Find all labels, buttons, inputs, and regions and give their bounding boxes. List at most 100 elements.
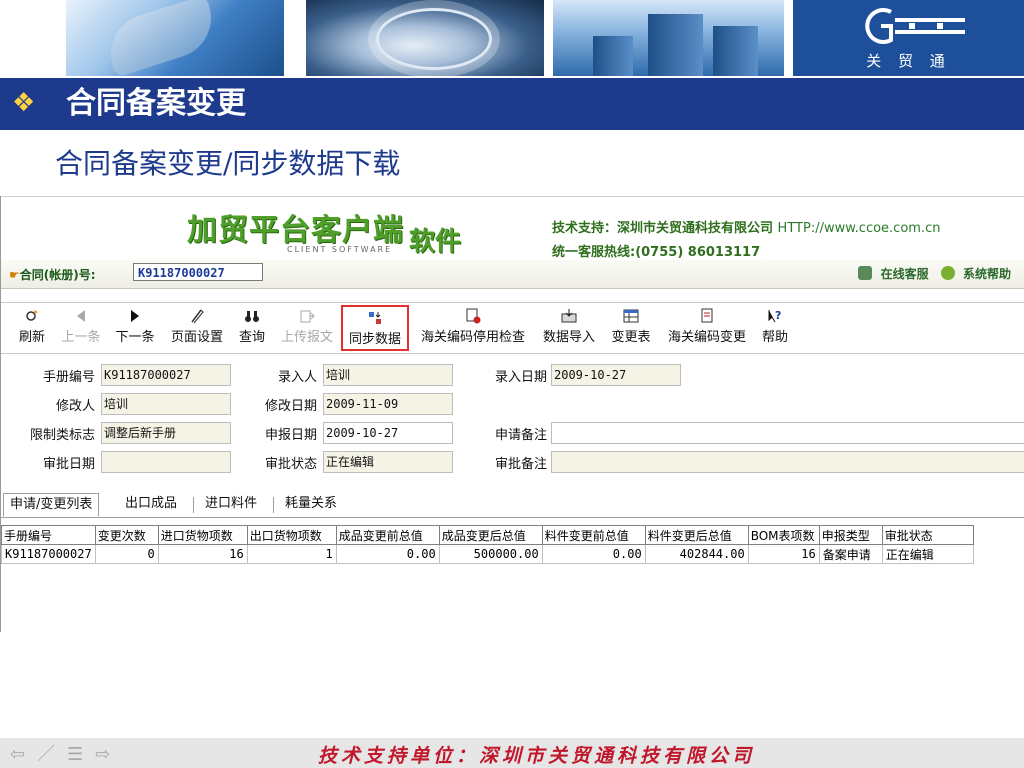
cell-product-after[interactable]: 500000.00 — [438, 544, 543, 564]
column-header[interactable]: 手册编号 — [1, 525, 96, 545]
online-service-icon — [858, 266, 873, 280]
cell-declare-type[interactable]: 备案申请 — [818, 544, 883, 564]
tab-apply-change-list[interactable]: 申请/变更列表 — [3, 493, 100, 517]
cell-import-items[interactable]: 16 — [157, 544, 248, 564]
cell-product-before[interactable]: 0.00 — [335, 544, 440, 564]
binoculars-icon — [245, 311, 259, 322]
approve-status-field[interactable]: 正在编辑 — [323, 451, 453, 473]
prev-slide-icon[interactable]: ⇦ — [10, 744, 37, 765]
approve-date-field[interactable] — [101, 451, 231, 473]
refresh-button[interactable]: 刷新 — [17, 305, 47, 351]
query-button[interactable]: 查询 — [235, 305, 269, 351]
apply-note-field[interactable] — [551, 422, 1024, 444]
online-service-link[interactable]: 在线客服 — [854, 266, 929, 281]
tab-separator — [193, 497, 194, 513]
cell-bom-items[interactable]: 16 — [747, 544, 820, 564]
slide-nav-buttons: ⇦／☰⇨ — [10, 740, 122, 766]
entry-date-field[interactable]: 2009-10-27 — [551, 364, 681, 386]
column-header[interactable]: 变更次数 — [94, 525, 159, 545]
data-import-button[interactable]: 数据导入 — [539, 305, 599, 351]
page-setup-button[interactable]: 页面设置 — [167, 305, 227, 351]
column-header[interactable]: BOM表项数 — [747, 525, 820, 545]
detail-tabs: 申请/变更列表 出口成品 进口料件 耗量关系 — [1, 491, 1024, 518]
limit-flag-label: 限制类标志 — [29, 428, 95, 443]
help-icon: ? — [768, 309, 781, 323]
svg-text:?: ? — [775, 309, 781, 322]
help-button[interactable]: ? 帮助 — [759, 305, 791, 351]
import-icon — [561, 309, 577, 323]
sync-data-button[interactable]: 同步数据 — [341, 305, 409, 351]
approve-status-label: 审批状态 — [264, 457, 317, 472]
tab-import-materials[interactable]: 进口料件 — [199, 493, 263, 515]
footer-support-text: 技术支持单位：深圳市关贸通科技有限公司 — [318, 745, 756, 767]
column-header[interactable]: 料件变更后总值 — [644, 525, 749, 545]
modify-date-field[interactable]: 2009-11-09 — [323, 393, 453, 415]
change-table-button[interactable]: 变更表 — [607, 305, 655, 351]
column-header[interactable]: 料件变更前总值 — [541, 525, 646, 545]
sync-icon — [369, 312, 381, 324]
company-logo: 关 贸 通 — [793, 0, 1024, 76]
support-label: 技术支持：深圳市关贸通科技有限公司 — [552, 221, 774, 236]
app-window: 加贸平台客户端 CLIENT SOFTWARE 软件 技术支持：深圳市关贸通科技… — [0, 196, 1024, 632]
app-logo-soft: 软件 — [409, 227, 462, 257]
manual-no-field[interactable]: K91187000027 — [101, 364, 231, 386]
modify-date-label: 修改日期 — [264, 399, 317, 414]
apply-note-label: 申请备注 — [494, 428, 547, 443]
cell-export-items[interactable]: 1 — [246, 544, 337, 564]
next-button[interactable]: 下一条 — [113, 305, 157, 351]
approve-date-label: 审批日期 — [42, 457, 95, 472]
next-slide-icon[interactable]: ⇨ — [95, 744, 122, 765]
tab-separator — [273, 497, 274, 513]
help-links: 在线客服 系统帮助 — [850, 265, 1011, 282]
manual-no-label: 手册编号 — [42, 370, 95, 385]
help-circle-icon — [940, 266, 955, 280]
entry-person-label: 录入人 — [277, 370, 317, 385]
contract-number-input[interactable]: K91187000027 — [133, 263, 263, 281]
app-logo-main: 加贸平台客户端 — [187, 213, 404, 248]
cell-manual-no[interactable]: K91187000027 — [1, 544, 96, 564]
entry-date-label: 录入日期 — [494, 370, 547, 385]
declare-date-label: 申报日期 — [264, 428, 317, 443]
previous-button[interactable]: 上一条 — [59, 305, 103, 351]
customs-code-check-button[interactable]: 海关编码停用检查 — [415, 305, 531, 351]
modifier-field[interactable]: 培训 — [101, 393, 231, 415]
approve-note-field[interactable] — [551, 451, 1024, 473]
cell-material-before[interactable]: 0.00 — [541, 544, 646, 564]
table-row[interactable]: K91187000027 0 16 1 0.00 500000.00 0.00 … — [1, 544, 974, 564]
contract-form: 手册编号 K91187000027 录入人 培训 录入日期 2009-10-27… — [1, 362, 1024, 486]
cell-material-after[interactable]: 402844.00 — [644, 544, 749, 564]
app-header: 加贸平台客户端 CLIENT SOFTWARE 软件 技术支持：深圳市关贸通科技… — [1, 196, 1024, 261]
column-header[interactable]: 申报类型 — [818, 525, 883, 545]
system-help-link[interactable]: 系统帮助 — [937, 266, 1011, 281]
menu-icon[interactable]: ☰ — [67, 744, 95, 765]
diamond-bullet-icon: ❖ — [12, 88, 36, 118]
customs-code-change-button[interactable]: 海关编码变更 — [663, 305, 751, 351]
code-change-icon — [701, 308, 713, 323]
column-header[interactable]: 成品变更前总值 — [335, 525, 440, 545]
pen-icon[interactable]: ／ — [37, 744, 67, 765]
support-info: 技术支持：深圳市关贸通科技有限公司 HTTP://www.ccoe.com.cn — [552, 217, 940, 236]
cell-change-count[interactable]: 0 — [94, 544, 159, 564]
app-logo-sub: CLIENT SOFTWARE — [287, 245, 393, 254]
tab-export-products[interactable]: 出口成品 — [119, 493, 183, 515]
toolbar: 刷新 上一条 下一条 页面设置 查询 上传报文 同步数据 海关编码停用检查 数据… — [1, 302, 1024, 354]
support-url[interactable]: HTTP://www.ccoe.com.cn — [778, 221, 941, 236]
column-header[interactable]: 出口货物项数 — [246, 525, 337, 545]
logo-text: 关 贸 通 — [866, 52, 951, 70]
column-header[interactable]: 审批状态 — [881, 525, 974, 545]
upload-message-button[interactable]: 上传报文 — [277, 305, 337, 351]
gmt-logo-icon — [865, 8, 965, 44]
entry-person-field[interactable]: 培训 — [323, 364, 453, 386]
declare-date-field[interactable]: 2009-10-27 — [323, 422, 453, 444]
slide-title: 合同备案变更 — [66, 86, 246, 121]
banner-image-hand — [66, 0, 284, 78]
approve-note-label: 审批备注 — [494, 457, 547, 472]
column-header[interactable]: 成品变更后总值 — [438, 525, 543, 545]
column-header[interactable]: 进口货物项数 — [157, 525, 248, 545]
app-logo: 加贸平台客户端 CLIENT SOFTWARE 软件 — [187, 205, 472, 257]
limit-flag-field[interactable]: 调整后新手册 — [101, 422, 231, 444]
cell-approve-status[interactable]: 正在编辑 — [881, 544, 974, 564]
tab-consumption[interactable]: 耗量关系 — [279, 493, 343, 515]
table-header-row: 手册编号 变更次数 进口货物项数 出口货物项数 成品变更前总值 成品变更后总值 … — [1, 525, 974, 545]
modifier-label: 修改人 — [55, 399, 95, 414]
